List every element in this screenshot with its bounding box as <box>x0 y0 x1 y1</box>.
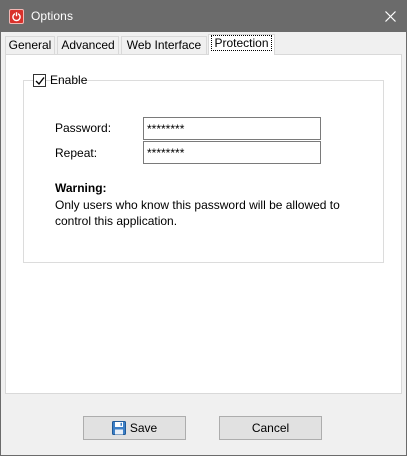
enable-checkbox[interactable] <box>33 74 46 87</box>
tab-general[interactable]: General <box>5 36 55 54</box>
tab-label: General <box>8 38 52 52</box>
window-title: Options <box>31 9 74 23</box>
password-field[interactable] <box>143 117 321 140</box>
tab-label: Protection <box>211 35 272 51</box>
cancel-label: Cancel <box>251 421 290 435</box>
tab-label: Advanced <box>61 38 115 52</box>
repeat-password-field[interactable] <box>143 141 321 164</box>
power-icon <box>9 9 24 24</box>
warning-title: Warning: <box>55 181 107 195</box>
enable-label[interactable]: Enable <box>50 73 87 87</box>
warning-text: Only users who know this password will b… <box>55 198 340 228</box>
cancel-button[interactable]: Cancel <box>219 416 322 440</box>
save-label: Save <box>129 421 158 435</box>
title-bar: Options <box>1 1 406 32</box>
tab-protection[interactable]: Protection <box>208 34 275 55</box>
close-icon <box>385 11 396 22</box>
tab-label: Web Interface <box>126 38 202 52</box>
checkmark-icon <box>35 77 45 86</box>
tab-strip: General Advanced Web Interface Protectio… <box>5 34 402 55</box>
tab-web-interface[interactable]: Web Interface <box>121 36 207 54</box>
floppy-disk-icon <box>111 421 126 435</box>
close-button[interactable] <box>376 1 406 32</box>
options-dialog: Options General Advanced Web Interface P… <box>0 0 407 456</box>
protection-panel: Enable Password: Repeat: Warning: Only u… <box>5 54 402 394</box>
enable-groupbox: Enable Password: Repeat: Warning: Only u… <box>23 72 384 263</box>
password-label: Password: <box>55 121 112 135</box>
tab-advanced[interactable]: Advanced <box>57 36 119 54</box>
repeat-label: Repeat: <box>55 146 98 160</box>
enable-checkbox-row[interactable]: Enable <box>33 72 87 89</box>
save-button[interactable]: Save <box>83 416 186 440</box>
